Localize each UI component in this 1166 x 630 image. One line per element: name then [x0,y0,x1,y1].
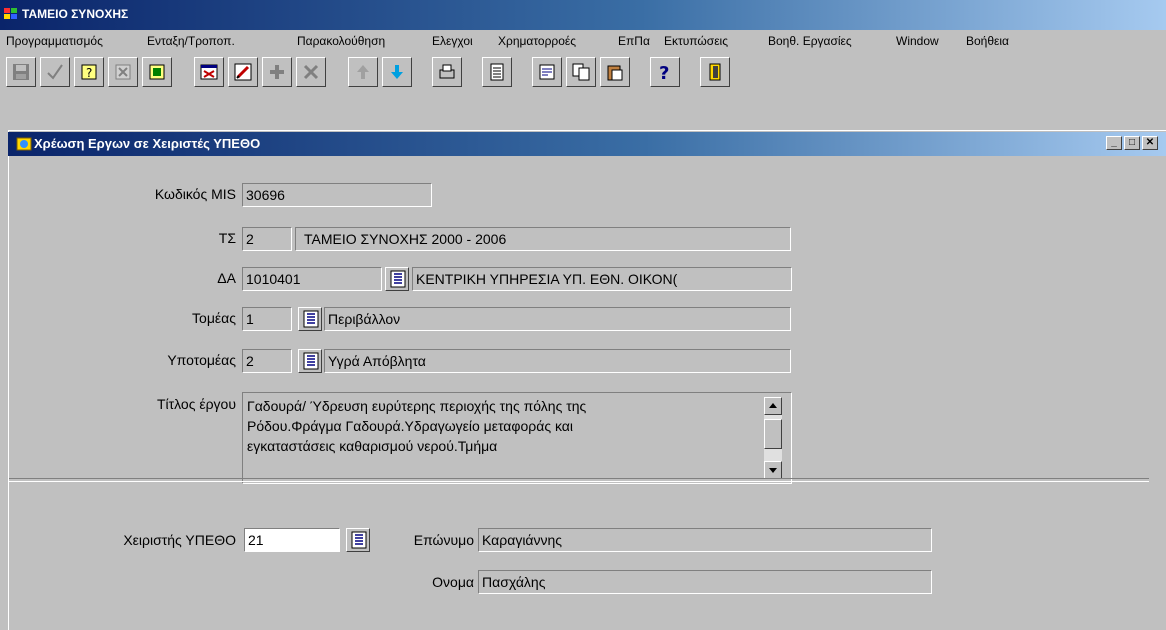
da-label: ΔΑ [217,270,236,286]
previous-record-icon[interactable] [348,57,378,87]
exit-icon[interactable] [700,57,730,87]
execute-query-icon[interactable] [142,57,172,87]
sector-name-field[interactable]: Περιβάλλον [324,307,791,331]
menu-checks[interactable]: Ελεγχοι [432,34,473,48]
menu-inclusion[interactable]: Ενταξη/Τροποπ. [147,34,235,48]
mis-label: Κωδικός MIS [154,186,236,202]
project-title-scrollbar[interactable] [764,397,782,479]
scroll-up-arrow-icon[interactable] [764,397,782,415]
first-name-field[interactable]: Πασχάλης [478,570,932,594]
minimize-button[interactable]: _ [1106,136,1122,150]
ts-name-field[interactable]: ΤΑΜΕΙΟ ΣΥΝΟΧΗΣ 2000 - 2006 [295,227,791,251]
da-name-field[interactable]: ΚΕΝΤΡΙΚΗ ΥΠΗΡΕΣΙΑ ΥΠ. ΕΘΝ. ΟΙΚΟΝ( [412,267,792,291]
copy-icon[interactable] [566,57,596,87]
section-separator [9,478,1149,482]
menu-programming[interactable]: Προγραμματισμός [6,34,103,48]
save-icon[interactable] [6,57,36,87]
handler-list-icon[interactable] [346,528,370,552]
form-window-title: Χρέωση Εργων σε Χειριστές ΥΠΕΘΟ [34,136,261,151]
cancel-query-icon[interactable] [108,57,138,87]
surname-field[interactable]: Καραγιάννης [478,528,932,552]
menu-window[interactable]: Window [896,34,939,48]
project-title-line-2: Ρόδου.Φράγμα Γαδουρά.Υδραγωγείο μεταφορά… [247,418,573,434]
handler-label: Χειριστής ΥΠΕΘΟ [123,532,236,548]
print-preview-icon[interactable] [194,57,224,87]
scroll-thumb[interactable] [764,419,782,449]
da-list-icon[interactable] [385,267,409,291]
subsector-label: Υποτομέας [167,352,236,368]
project-title-line-3: εγκαταστάσεις καθαρισμού νερού.Τμήμα [247,438,498,454]
maximize-button[interactable]: □ [1124,136,1140,150]
notes-icon[interactable] [532,57,562,87]
first-name-label: Ονομα [432,574,474,590]
menu-cashflows[interactable]: Χρηματορροές [498,34,576,48]
menu-bar: Προγραμματισμός Ενταξη/Τροποπ. Παρακολού… [0,30,1166,54]
query-icon[interactable]: ? [74,57,104,87]
form-window-icon [16,137,32,151]
next-record-icon[interactable] [382,57,412,87]
delete-record-icon[interactable] [296,57,326,87]
sector-code-field[interactable]: 1 [242,307,292,331]
form-window-frame [8,130,1166,630]
menu-prints[interactable]: Εκτυπώσεις [664,34,728,48]
list-icon[interactable] [482,57,512,87]
subsector-name-field[interactable]: Υγρά Απόβλητα [324,349,791,373]
print-icon[interactable] [432,57,462,87]
surname-label: Επώνυμο [413,532,474,548]
project-title-label: Τίτλος έργου [156,396,236,412]
svg-text:?: ? [86,66,92,80]
insert-record-icon[interactable] [262,57,292,87]
menu-help[interactable]: Βοήθεια [966,34,1009,48]
form-window-title-bar: Χρέωση Εργων σε Χειριστές ΥΠΕΘΟ _ □ ✕ [8,132,1166,156]
sector-list-icon[interactable] [298,307,322,331]
project-title-textarea[interactable]: Γαδουρά/ Ύδρευση ευρύτερης περιοχής της … [242,392,792,484]
app-title: ΤΑΜΕΙΟ ΣΥΝΟΧΗΣ [22,7,129,21]
menu-monitoring[interactable]: Παρακολούθηση [297,34,385,48]
sector-label: Τομέας [192,310,236,326]
svg-text:?: ? [659,63,669,82]
edit-icon[interactable] [228,57,258,87]
subsector-list-icon[interactable] [298,349,322,373]
menu-aux-tasks[interactable]: Βοηθ. Εργασίες [768,34,852,48]
scroll-down-arrow-icon[interactable] [764,461,782,479]
ts-code-field[interactable]: 2 [242,227,292,251]
accept-icon[interactable] [40,57,70,87]
help-icon[interactable]: ? [650,57,680,87]
close-button[interactable]: ✕ [1142,136,1158,150]
menu-eppa[interactable]: ΕπΠα [618,34,650,48]
subsector-code-field[interactable]: 2 [242,349,292,373]
app-logo-icon [4,8,17,19]
app-title-bar: ΤΑΜΕΙΟ ΣΥΝΟΧΗΣ [0,0,1166,30]
mis-field[interactable]: 30696 [242,183,432,207]
project-title-line-1: Γαδουρά/ Ύδρευση ευρύτερης περιοχής της … [247,398,587,414]
da-code-field[interactable]: 1010401 [242,267,382,291]
paste-icon[interactable] [600,57,630,87]
ts-label: ΤΣ [218,230,236,246]
handler-code-field[interactable]: 21 [244,528,340,552]
